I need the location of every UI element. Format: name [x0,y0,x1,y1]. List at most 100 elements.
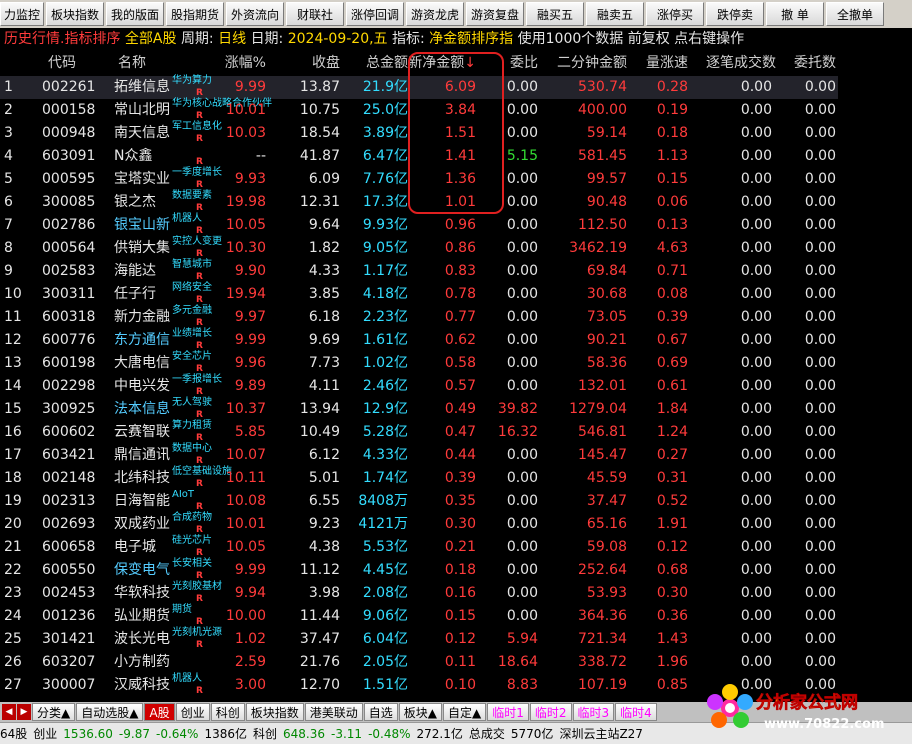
row-22-two[interactable]: 252.64 [578,559,627,582]
row-15-ord[interactable]: 0.00 [805,398,836,421]
row-9-net[interactable]: 0.83 [445,260,476,283]
row-5-close[interactable]: 6.09 [309,168,340,191]
row-15-chg[interactable]: 10.37 [226,398,266,421]
row-24-two[interactable]: 364.36 [578,605,627,628]
row-1-close[interactable]: 13.87 [300,76,340,99]
row-25-wb[interactable]: 5.94 [507,628,538,651]
row-16-spd[interactable]: 1.24 [657,421,688,444]
row-22-name[interactable]: 保变电气 [114,559,170,582]
row-19-chg[interactable]: 10.08 [226,490,266,513]
bottom-tab-9[interactable]: 自定▲ [443,703,487,721]
row-12-cnt[interactable]: 0.00 [741,329,772,352]
row-5-two[interactable]: 99.57 [587,168,627,191]
row-14-cnt[interactable]: 0.00 [741,375,772,398]
row-17-wb[interactable]: 0.00 [507,444,538,467]
row-7-name[interactable]: 银宝山新 [114,214,170,237]
row-7-wb[interactable]: 0.00 [507,214,538,237]
row-19-code[interactable]: 002313 [42,490,95,513]
row-17-amt[interactable]: 4.33亿 [363,444,408,467]
row-17-code[interactable]: 603421 [42,444,95,467]
column-header-2[interactable]: 涨幅% [225,52,266,74]
row-25-close[interactable]: 37.47 [300,628,340,651]
row-16-chg[interactable]: 5.85 [235,421,266,444]
column-header-6[interactable]: 委比 [510,52,538,74]
row-4-net[interactable]: 1.41 [445,145,476,168]
row-12-wb[interactable]: 0.00 [507,329,538,352]
row-12-amt[interactable]: 1.61亿 [363,329,408,352]
row-21-wb[interactable]: 0.00 [507,536,538,559]
row-16-close[interactable]: 10.49 [300,421,340,444]
row-9-two[interactable]: 69.84 [587,260,627,283]
row-7-code[interactable]: 002786 [42,214,95,237]
row-17-cnt[interactable]: 0.00 [741,444,772,467]
row-14-close[interactable]: 4.11 [309,375,340,398]
row-2-two[interactable]: 400.00 [578,99,627,122]
row-14-amt[interactable]: 2.46亿 [363,375,408,398]
row-26-cnt[interactable]: 0.00 [741,651,772,674]
row-23-wb[interactable]: 0.00 [507,582,538,605]
row-26-close[interactable]: 21.76 [300,651,340,674]
row-23-chg[interactable]: 9.94 [235,582,266,605]
column-header-9[interactable]: 逐笔成交数 [706,52,776,74]
row-15-spd[interactable]: 1.84 [657,398,688,421]
row-14-net[interactable]: 0.57 [445,375,476,398]
row-1-n[interactable]: 1 [4,76,13,99]
row-12-name[interactable]: 东方通信 [114,329,170,352]
row-12-n[interactable]: 12 [4,329,22,352]
row-19-two[interactable]: 37.47 [587,490,627,513]
row-3-name[interactable]: 南天信息 [114,122,170,145]
row-24-net[interactable]: 0.15 [445,605,476,628]
row-15-n[interactable]: 15 [4,398,22,421]
bottom-tab-3[interactable]: 创业 [175,703,210,721]
bottom-tab-6[interactable]: 港美联动 [304,703,363,721]
column-header-1[interactable]: 名称 [118,52,146,74]
column-header-0[interactable]: 代码 [48,52,76,74]
row-14-ord[interactable]: 0.00 [805,375,836,398]
row-14-code[interactable]: 002298 [42,375,95,398]
row-27-cnt[interactable]: 0.00 [741,674,772,697]
row-7-net[interactable]: 0.96 [445,214,476,237]
row-21-name[interactable]: 电子城 [114,536,156,559]
row-17-chg[interactable]: 10.07 [226,444,266,467]
row-20-close[interactable]: 9.23 [309,513,340,536]
row-22-close[interactable]: 11.12 [300,559,340,582]
row-5-amt[interactable]: 7.76亿 [363,168,408,191]
row-22-cnt[interactable]: 0.00 [741,559,772,582]
row-10-name[interactable]: 任子行 [114,283,156,306]
row-25-spd[interactable]: 1.43 [657,628,688,651]
row-16-cnt[interactable]: 0.00 [741,421,772,444]
row-11-amt[interactable]: 2.23亿 [363,306,408,329]
row-5-ord[interactable]: 0.00 [805,168,836,191]
row-5-code[interactable]: 000595 [42,168,95,191]
row-11-net[interactable]: 0.77 [445,306,476,329]
row-27-net[interactable]: 0.10 [445,674,476,697]
row-7-chg[interactable]: 10.05 [226,214,266,237]
row-24-spd[interactable]: 0.36 [657,605,688,628]
toolbar-button-5[interactable]: 财联社 [286,2,344,26]
row-11-code[interactable]: 600318 [42,306,95,329]
row-1-wb[interactable]: 0.00 [507,76,538,99]
row-2-name[interactable]: 常山北明 [114,99,170,122]
column-header-7[interactable]: 二分钟金额 [557,52,627,74]
row-4-two[interactable]: 581.45 [578,145,627,168]
row-15-name[interactable]: 法本信息 [114,398,170,421]
row-18-net[interactable]: 0.39 [445,467,476,490]
row-10-chg[interactable]: 19.94 [226,283,266,306]
row-8-n[interactable]: 8 [4,237,13,260]
row-16-name[interactable]: 云赛智联 [114,421,170,444]
toolbar-button-13[interactable]: 撤 单 [766,2,824,26]
toolbar-button-8[interactable]: 游资复盘 [466,2,524,26]
row-12-close[interactable]: 9.69 [309,329,340,352]
row-10-wb[interactable]: 0.00 [507,283,538,306]
bottom-tab-1[interactable]: 自动选股▲ [76,703,144,721]
row-23-code[interactable]: 002453 [42,582,95,605]
row-18-spd[interactable]: 0.31 [657,467,688,490]
row-13-spd[interactable]: 0.69 [657,352,688,375]
column-header-8[interactable]: 量涨速 [646,52,688,74]
row-13-close[interactable]: 7.73 [309,352,340,375]
row-19-cnt[interactable]: 0.00 [741,490,772,513]
row-22-ord[interactable]: 0.00 [805,559,836,582]
row-2-cnt[interactable]: 0.00 [741,99,772,122]
row-1-code[interactable]: 002261 [42,76,95,99]
row-23-spd[interactable]: 0.30 [657,582,688,605]
